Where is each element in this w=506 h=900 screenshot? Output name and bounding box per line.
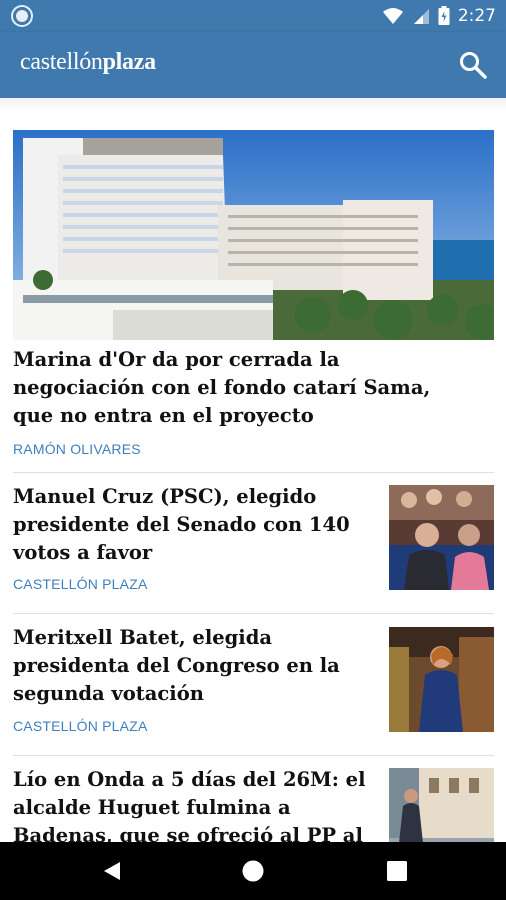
hero-article-image[interactable] (13, 130, 494, 340)
home-circle-icon[interactable] (241, 859, 265, 883)
battery-icon (438, 6, 450, 25)
divider (13, 613, 494, 614)
recent-square-icon[interactable] (385, 859, 409, 883)
signal-icon (413, 9, 429, 24)
divider (13, 755, 494, 756)
article-thumbnail[interactable] (389, 627, 494, 732)
status-bar: 2:27 (0, 0, 506, 32)
article-thumbnail[interactable] (389, 485, 494, 590)
article-title[interactable]: Meritxell Batet, elegida presidenta del … (13, 624, 375, 708)
article-author[interactable]: CASTELLÓN PLAZA (13, 576, 148, 592)
article-title[interactable]: Marina d'Or da por cerrada la negociació… (13, 346, 453, 430)
article-title[interactable]: Manuel Cruz (PSC), elegido presidente de… (13, 483, 375, 567)
article-thumbnail[interactable] (389, 768, 494, 842)
brand-light-text: castellón (20, 49, 103, 75)
feed-top-shadow (0, 98, 506, 112)
system-nav-bar (0, 842, 506, 900)
article-author[interactable]: CASTELLÓN PLAZA (13, 718, 148, 734)
status-time: 2:27 (457, 6, 496, 26)
article-author[interactable]: RAMÓN OLIVARES (13, 441, 141, 457)
status-icons: 2:27 (382, 4, 496, 28)
divider (13, 472, 494, 473)
brand-bold-text: plaza (102, 49, 156, 75)
notification-dot-icon (13, 7, 31, 25)
wifi-icon (382, 8, 403, 24)
search-icon[interactable] (458, 50, 488, 80)
news-feed[interactable]: Marina d'Or da por cerrada la negociació… (0, 98, 506, 842)
app-bar: castellónplaza (0, 32, 506, 98)
article-title[interactable]: Lío en Onda a 5 días del 26M: el alcalde… (13, 766, 375, 842)
back-triangle-icon[interactable] (100, 859, 124, 883)
brand-logo[interactable]: castellónplaza (20, 49, 156, 76)
